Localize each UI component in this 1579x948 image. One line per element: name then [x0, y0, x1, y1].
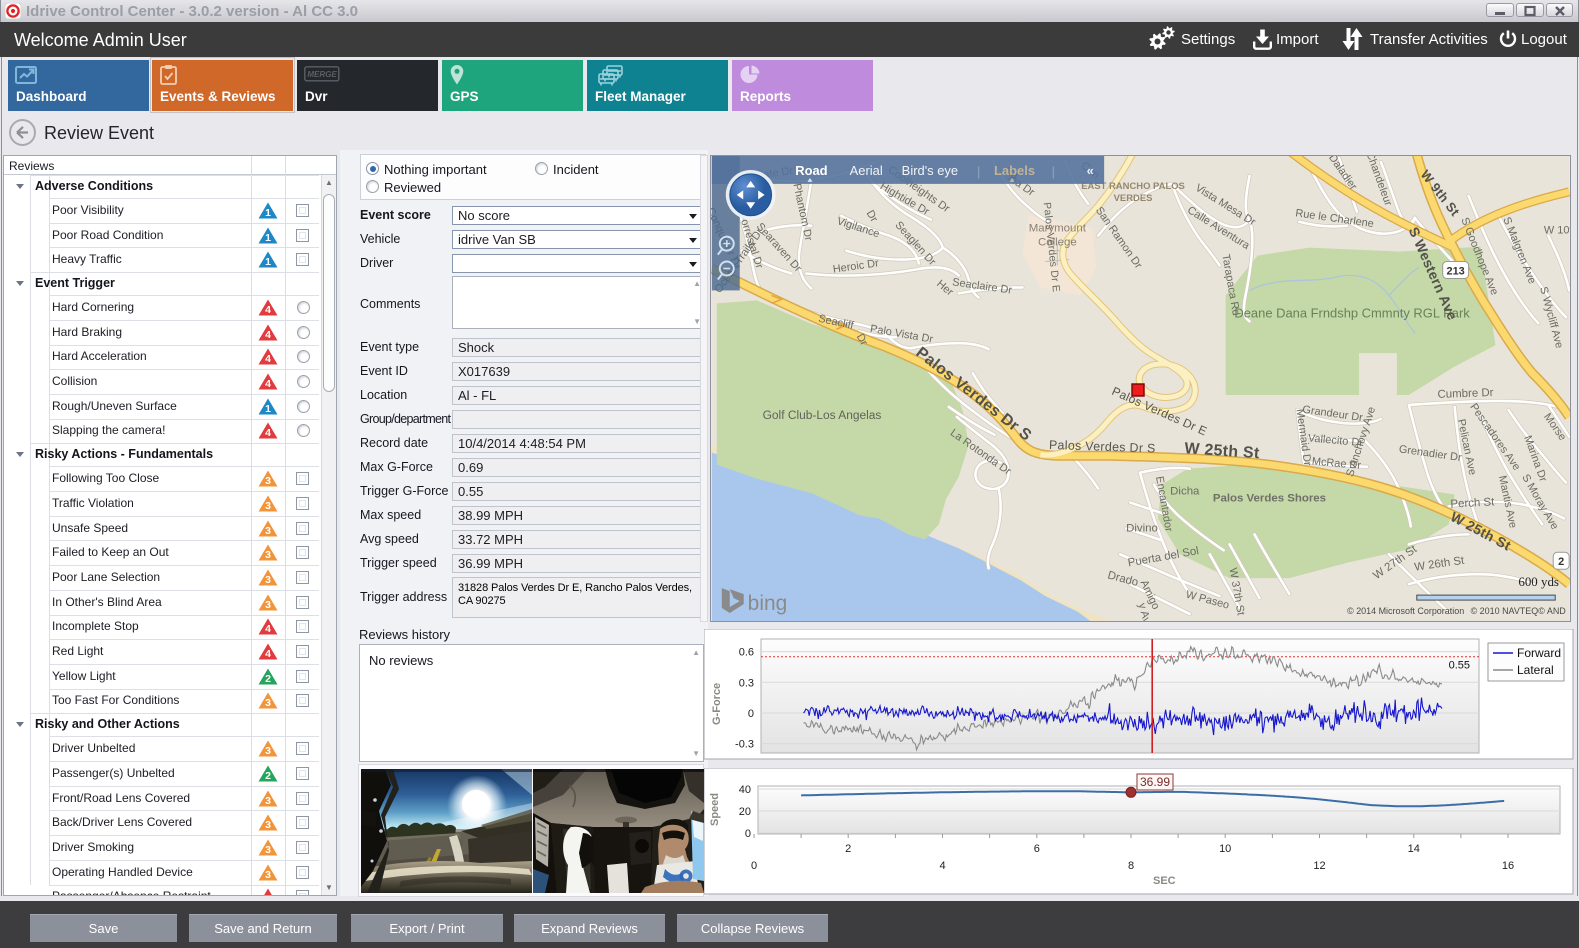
svg-text:Palos Verdes Shores: Palos Verdes Shores — [1213, 493, 1326, 505]
svg-text:3: 3 — [265, 795, 271, 807]
svg-text:4: 4 — [265, 428, 271, 440]
svg-text:0: 0 — [745, 828, 751, 840]
svg-text:© AND: © AND — [1538, 606, 1566, 616]
svg-text:3: 3 — [265, 745, 271, 757]
svg-text:6: 6 — [1034, 843, 1040, 855]
svg-text:3: 3 — [265, 819, 271, 831]
svg-text:40: 40 — [739, 784, 751, 796]
svg-text:4: 4 — [265, 648, 271, 660]
svg-text:3: 3 — [265, 844, 271, 856]
svg-text:4: 4 — [265, 894, 271, 896]
svg-text:W 10t: W 10t — [1544, 225, 1571, 237]
svg-text:12: 12 — [1313, 860, 1325, 872]
svg-text:Cumbre Dr: Cumbre Dr — [1437, 387, 1494, 401]
svg-text:© 2014 Microsoft Corporation: © 2014 Microsoft Corporation — [1347, 606, 1464, 616]
svg-text:3: 3 — [265, 500, 271, 512]
svg-text:2: 2 — [1558, 556, 1564, 568]
svg-text:3: 3 — [265, 549, 271, 561]
svg-text:3: 3 — [265, 574, 271, 586]
svg-text:Road: Road — [795, 163, 827, 178]
svg-text:600 yds: 600 yds — [1518, 574, 1559, 589]
svg-text:0: 0 — [748, 708, 754, 720]
svg-text:|: | — [1052, 164, 1055, 179]
svg-text:Divino: Divino — [1126, 522, 1158, 534]
svg-text:4: 4 — [265, 378, 271, 390]
svg-text:College: College — [1038, 237, 1077, 249]
svg-text:Labels: Labels — [994, 163, 1035, 178]
svg-text:20: 20 — [739, 806, 751, 818]
svg-text:4: 4 — [265, 623, 271, 635]
svg-text:1: 1 — [265, 207, 271, 219]
svg-text:0.55: 0.55 — [1449, 660, 1470, 672]
svg-text:4: 4 — [939, 860, 945, 872]
svg-text:36.99: 36.99 — [1140, 775, 1170, 789]
svg-text:Dicha: Dicha — [1170, 486, 1200, 498]
svg-text:Bird's eye: Bird's eye — [902, 163, 958, 178]
svg-text:16: 16 — [1502, 860, 1514, 872]
svg-text:2: 2 — [265, 770, 271, 782]
svg-text:-0.3: -0.3 — [735, 739, 754, 751]
svg-text:0: 0 — [751, 860, 757, 872]
svg-text:1: 1 — [265, 403, 271, 415]
svg-text:bing: bing — [748, 592, 788, 615]
svg-text:|: | — [977, 164, 980, 179]
svg-text:10: 10 — [1219, 843, 1231, 855]
svg-text:Forward: Forward — [1517, 646, 1561, 660]
svg-text:3: 3 — [265, 599, 271, 611]
svg-text:3: 3 — [265, 525, 271, 537]
svg-text:MERGE: MERGE — [307, 70, 337, 79]
svg-text:1: 1 — [265, 232, 271, 244]
svg-text:VERDES: VERDES — [1114, 193, 1153, 204]
svg-text:4: 4 — [265, 329, 271, 341]
svg-text:2: 2 — [265, 673, 271, 685]
svg-text:1: 1 — [265, 256, 271, 268]
svg-text:0.6: 0.6 — [739, 647, 754, 659]
svg-text:«: « — [1087, 163, 1094, 178]
svg-text:Speed: Speed — [709, 793, 721, 826]
svg-text:Golf Club-Los Angelas: Golf Club-Los Angelas — [763, 408, 882, 422]
svg-text:3: 3 — [265, 869, 271, 881]
svg-text:14: 14 — [1408, 843, 1420, 855]
svg-text:G-Force: G-Force — [711, 683, 723, 725]
svg-text:2: 2 — [845, 843, 851, 855]
svg-text:SEC: SEC — [1153, 875, 1176, 887]
svg-text:3: 3 — [265, 698, 271, 710]
svg-text:Marymount: Marymount — [1029, 223, 1087, 235]
svg-text:4: 4 — [265, 353, 271, 365]
svg-text:3: 3 — [265, 475, 271, 487]
svg-text:213: 213 — [1447, 265, 1465, 277]
svg-text:Lateral: Lateral — [1517, 663, 1554, 677]
svg-text:0.3: 0.3 — [739, 677, 754, 689]
svg-text:8: 8 — [1128, 860, 1134, 872]
svg-text:© 2010 NAVTEQ: © 2010 NAVTEQ — [1471, 606, 1539, 616]
svg-text:Aerial: Aerial — [850, 163, 883, 178]
svg-text:4: 4 — [265, 304, 271, 316]
svg-text:Deane Dana Frndshp Cmmnty RGL: Deane Dana Frndshp Cmmnty RGL Park — [1234, 305, 1470, 320]
